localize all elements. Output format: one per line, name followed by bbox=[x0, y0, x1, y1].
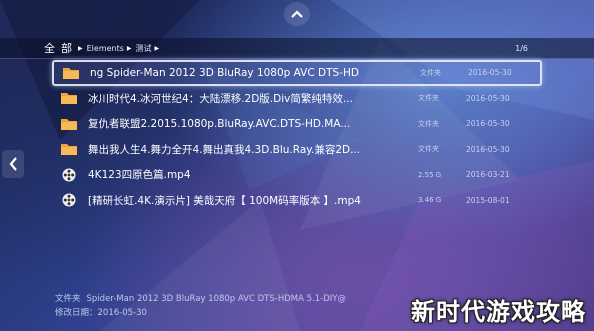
breadcrumb-item-elements[interactable]: Elements bbox=[87, 44, 124, 53]
date-detail-line: 修改日期：2016-05-30 bbox=[55, 306, 346, 320]
chevron-left-icon bbox=[9, 157, 17, 171]
file-date: 2016-05-30 bbox=[468, 68, 512, 78]
breadcrumb-separator-icon: ▶ bbox=[126, 44, 132, 52]
folder-icon bbox=[61, 144, 77, 156]
file-type: 文件夹 bbox=[420, 68, 441, 77]
film-reel-icon bbox=[62, 168, 76, 182]
file-name: 复仇者联盟2.2015.1080p.BluRay.AVC.DTS-HD.MA..… bbox=[88, 118, 351, 131]
date-value: 2016-05-30 bbox=[97, 308, 147, 318]
file-name: ng Spider-Man 2012 3D BluRay 1080p AVC D… bbox=[90, 66, 359, 79]
file-date: 2015-08-01 bbox=[466, 195, 510, 205]
file-type: 文件夹 bbox=[418, 119, 439, 128]
folder-label: 文件夹 bbox=[55, 294, 81, 304]
folder-icon bbox=[61, 118, 77, 130]
file-list: ng Spider-Man 2012 3D BluRay 1080p AVC D… bbox=[52, 60, 542, 213]
file-name: [精研长虹.4K.演示片] 美哉天府【 100M码率版本 】.mp4 bbox=[88, 194, 361, 207]
watermark-text: 新时代游戏攻略 bbox=[411, 298, 586, 326]
back-button[interactable] bbox=[2, 150, 24, 178]
file-row[interactable]: [精研长虹.4K.演示片] 美哉天府【 100M码率版本 】.mp4 3.46 … bbox=[52, 188, 542, 214]
file-name: 舞出我人生4.舞力全开4.舞出真我4.3D.Blu.Ray.兼容2D... bbox=[88, 143, 361, 156]
date-label: 修改日期： bbox=[55, 308, 98, 318]
breadcrumb-item-test[interactable]: 测试 bbox=[136, 43, 152, 54]
file-row[interactable]: 冰川时代4.冰河世纪4：大陆漂移.2D版.Div简繁纯特效... 文件夹 201… bbox=[52, 86, 542, 112]
folder-icon bbox=[63, 67, 79, 79]
file-type: 文件夹 bbox=[418, 94, 439, 103]
chevron-up-icon bbox=[291, 10, 303, 18]
folder-icon bbox=[61, 93, 77, 105]
file-date: 2016-05-30 bbox=[466, 144, 510, 154]
file-size: 3.46 G bbox=[418, 196, 442, 205]
file-date: 2016-03-21 bbox=[466, 170, 510, 180]
scroll-up-button[interactable] bbox=[284, 2, 310, 26]
file-row[interactable]: 4K123四原色篇.mp4 2.55 G 2016-03-21 bbox=[52, 162, 542, 188]
file-name: 4K123四原色篇.mp4 bbox=[88, 169, 191, 182]
file-name: 冰川时代4.冰河世纪4：大陆漂移.2D版.Div简繁纯特效... bbox=[88, 92, 353, 105]
folder-detail-line: 文件夹 Spider-Man 2012 3D BluRay 1080p AVC D… bbox=[55, 292, 346, 306]
file-details: 文件夹 Spider-Man 2012 3D BluRay 1080p AVC D… bbox=[55, 292, 346, 320]
breadcrumb-separator-icon: ▶ bbox=[154, 44, 160, 52]
film-reel-icon bbox=[62, 193, 76, 207]
file-size: 2.55 G bbox=[418, 170, 442, 179]
file-date: 2016-05-30 bbox=[466, 93, 510, 103]
file-row[interactable]: 舞出我人生4.舞力全开4.舞出真我4.3D.Blu.Ray.兼容2D... 文件… bbox=[52, 137, 542, 163]
file-type: 文件夹 bbox=[418, 145, 439, 154]
breadcrumb-separator-icon: ▶ bbox=[78, 44, 83, 52]
page-indicator: 1/6 bbox=[515, 43, 528, 53]
breadcrumb-bar: 全部 ▶ Elements ▶ 测试 ▶ 1/6 bbox=[0, 38, 594, 59]
file-row[interactable]: ng Spider-Man 2012 3D BluRay 1080p AVC D… bbox=[52, 60, 542, 86]
file-row[interactable]: 复仇者联盟2.2015.1080p.BluRay.AVC.DTS-HD.MA..… bbox=[52, 111, 542, 137]
breadcrumb-root[interactable]: 全部 bbox=[44, 40, 78, 56]
file-date: 2016-05-30 bbox=[466, 119, 510, 129]
folder-value: Spider-Man 2012 3D BluRay 1080p AVC DTS-… bbox=[86, 294, 346, 304]
